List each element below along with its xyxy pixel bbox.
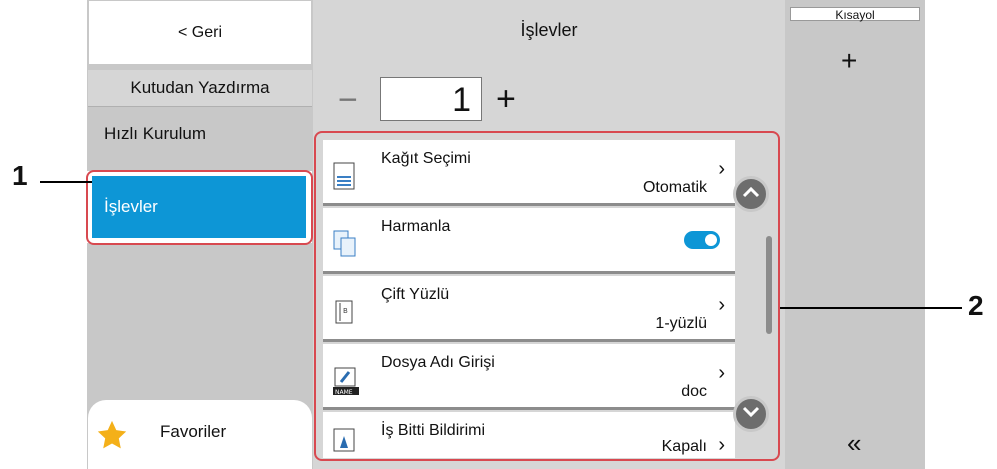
callout-line-2 [780,307,962,309]
favorites-button[interactable]: Favoriler [88,400,312,469]
add-shortcut-button[interactable]: + [841,45,857,77]
quantity-plus-button[interactable]: + [496,79,516,119]
star-icon [95,418,129,457]
shortcut-label: Kısayol [790,7,920,22]
back-button[interactable]: < Geri [88,0,312,65]
favorites-label: Favoriler [160,422,227,441]
page-title: İşlevler [520,20,578,40]
collapse-panel-icon[interactable]: « [847,428,861,459]
highlight-box-1 [86,170,313,245]
callout-line-1 [40,181,92,183]
callout-number-2: 2 [968,290,984,321]
box-print-label: Kutudan Yazdırma [88,70,312,107]
quantity-field[interactable]: 1 [380,77,482,121]
callout-number-1: 1 [12,160,28,191]
quantity-minus-button[interactable]: − [338,83,358,117]
highlight-box-2 [314,131,780,461]
nav-item-quick-setup[interactable]: Hızlı Kurulum [104,124,206,144]
